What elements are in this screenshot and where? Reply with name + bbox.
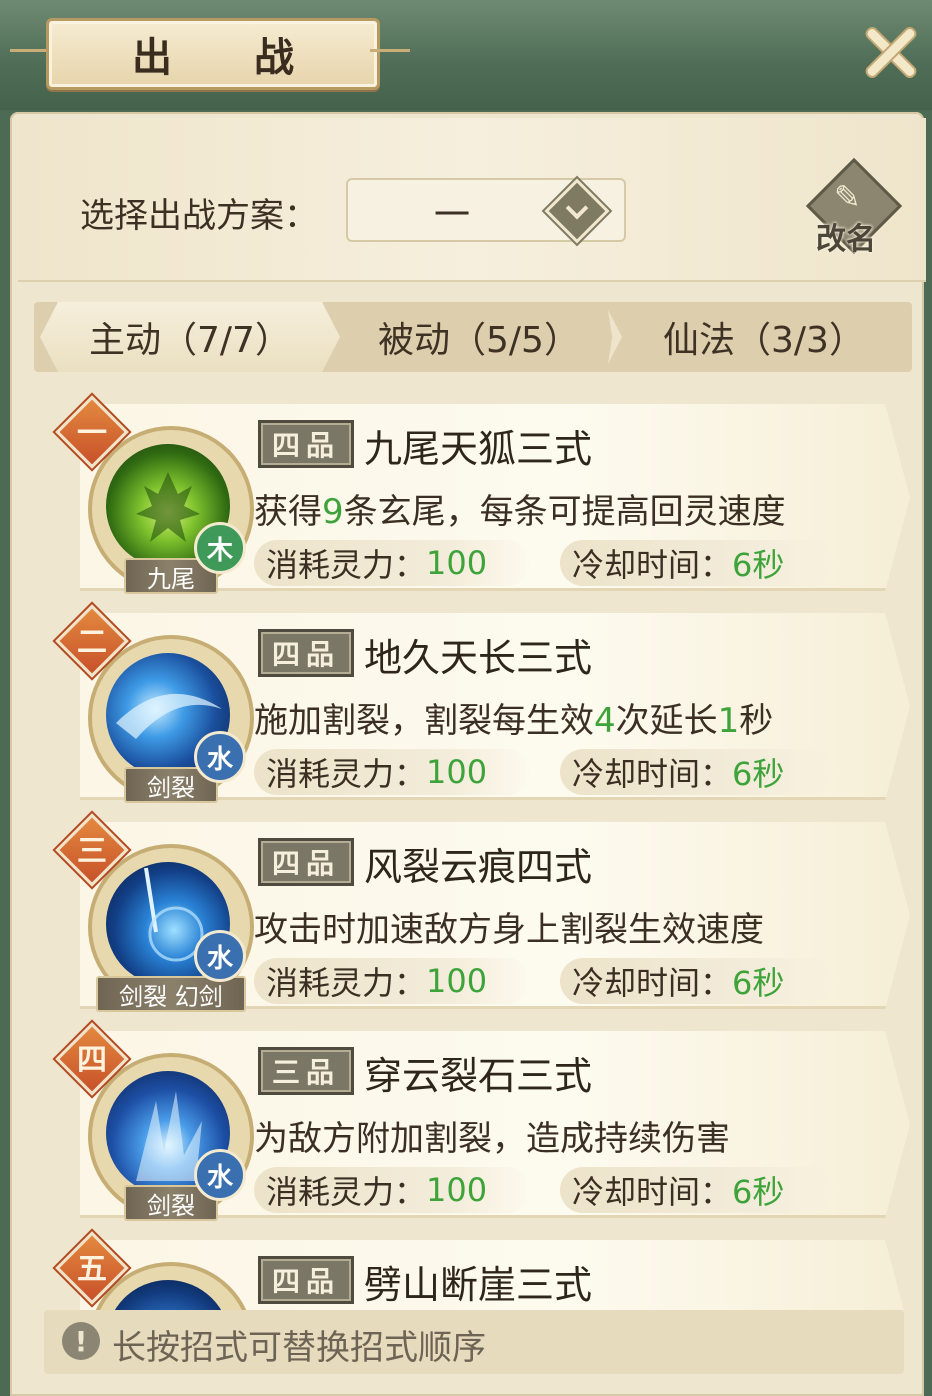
rename-button[interactable]: ✎ 改名 xyxy=(805,157,903,257)
order-number: 三 xyxy=(77,834,107,869)
tab-label: 被动（5/5） xyxy=(378,320,580,361)
grade-badge: 四品 xyxy=(258,420,354,468)
element-wood-icon: 木 xyxy=(194,522,246,574)
order-number: 五 xyxy=(77,1252,107,1287)
skill-card-2[interactable]: 二 水 剑裂 四品 地久天长三式 施加割裂，割裂每生效4次延长1秒 消耗灵力： 1… xyxy=(40,604,912,805)
skill-name: 地久天长三式 xyxy=(364,636,593,680)
quill-icon: ✎ xyxy=(834,178,861,216)
skill-list[interactable]: 一 木 九尾 四品 九尾天狐三式 获得9条玄尾，每条可提高回灵速度 消耗灵力： 1… xyxy=(40,380,912,1310)
mana-cost: 消耗灵力： 100 xyxy=(254,958,530,1004)
order-number: 四 xyxy=(77,1043,107,1078)
tab-active-skills[interactable]: 主动（7/7） xyxy=(40,302,340,372)
scheme-value: 一 xyxy=(434,195,471,236)
page-title: 出 战 xyxy=(132,34,328,81)
close-icon[interactable] xyxy=(858,20,922,84)
skill-description: 施加割裂，割裂每生效4次延长1秒 xyxy=(254,701,774,741)
skill-card-3[interactable]: 三 水 剑裂 幻剑 四品 风裂云痕四式 攻击时加速敌方身上割裂生效速度 消耗灵力… xyxy=(40,813,912,1014)
mana-cost: 消耗灵力： 100 xyxy=(254,749,530,795)
skill-description: 为敌方附加割裂，造成持续伤害 xyxy=(254,1119,730,1159)
element-water-icon: 水 xyxy=(194,731,246,783)
mana-cost: 消耗灵力： 100 xyxy=(254,1167,530,1213)
cooldown: 冷却时间： 6秒 xyxy=(560,749,834,795)
skill-name: 风裂云痕四式 xyxy=(364,845,593,889)
skill-card-5[interactable]: 五 四品 劈山断崖三式 xyxy=(40,1231,912,1310)
tab-passive-skills[interactable]: 被动（5/5） xyxy=(334,302,624,372)
grade-badge: 四品 xyxy=(258,629,354,677)
hint-text: 长按招式可替换招式顺序 xyxy=(112,1328,486,1368)
cooldown: 冷却时间： 6秒 xyxy=(560,958,834,1004)
chevron-down-icon xyxy=(544,178,610,244)
mana-cost: 消耗灵力： 100 xyxy=(254,540,530,586)
rename-label: 改名 xyxy=(816,222,876,257)
skill-description: 获得9条玄尾，每条可提高回灵速度 xyxy=(254,492,786,532)
tab-label: 主动（7/7） xyxy=(89,320,291,361)
skill-card-1[interactable]: 一 木 九尾 四品 九尾天狐三式 获得9条玄尾，每条可提高回灵速度 消耗灵力： 1… xyxy=(40,395,912,596)
title-plaque: 出 战 xyxy=(46,18,380,90)
grade-badge: 四品 xyxy=(258,838,354,886)
exclamation-icon: ! xyxy=(62,1322,100,1360)
grade-badge: 三品 xyxy=(258,1047,354,1095)
tab-label: 仙法（3/3） xyxy=(663,320,865,361)
scheme-dropdown[interactable]: 一 xyxy=(346,178,626,244)
order-number: 二 xyxy=(77,625,107,660)
skill-name: 九尾天狐三式 xyxy=(364,427,593,471)
skill-card-4[interactable]: 四 水 剑裂 三品 穿云裂石三式 为敌方附加割裂，造成持续伤害 消耗灵力： 100… xyxy=(40,1022,912,1223)
skill-name: 穿云裂石三式 xyxy=(364,1054,593,1098)
scheme-label: 选择出战方案： xyxy=(80,196,318,236)
plaque-rod-right xyxy=(370,49,410,52)
plaque-rod-left xyxy=(10,49,50,52)
tab-immortal-arts[interactable]: 仙法（3/3） xyxy=(624,302,904,372)
cooldown: 冷却时间： 6秒 xyxy=(560,540,834,586)
grade-badge: 四品 xyxy=(258,1256,354,1304)
skill-description: 攻击时加速敌方身上割裂生效速度 xyxy=(254,910,764,950)
tab-bar: 主动（7/7） 被动（5/5） 仙法（3/3） xyxy=(34,302,912,372)
order-number: 一 xyxy=(77,416,107,451)
cooldown: 冷却时间： 6秒 xyxy=(560,1167,834,1213)
element-water-icon: 水 xyxy=(194,1149,246,1201)
element-water-icon: 水 xyxy=(194,930,246,982)
skill-name: 劈山断崖三式 xyxy=(364,1263,593,1307)
